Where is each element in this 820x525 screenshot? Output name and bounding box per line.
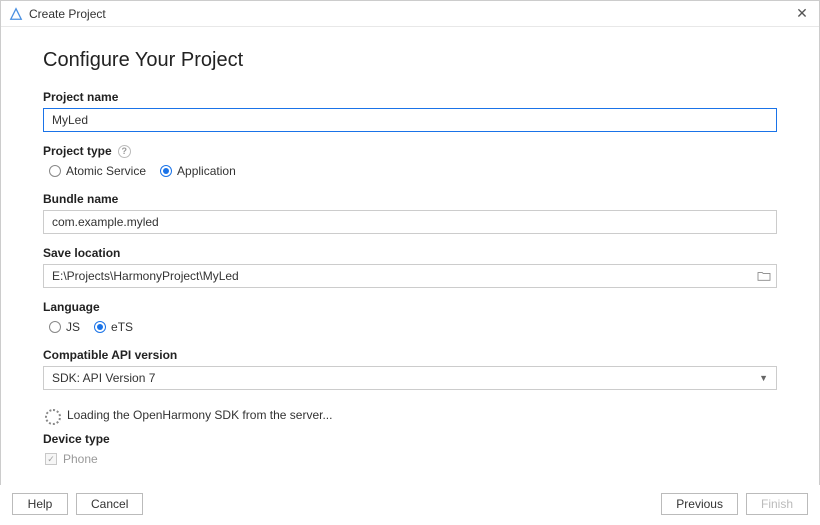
language-field: Language JS eTS <box>43 300 777 336</box>
api-version-label: Compatible API version <box>43 348 777 362</box>
device-type-field: Device type ✓ Phone <box>43 432 777 468</box>
project-name-input[interactable] <box>43 108 777 132</box>
help-icon[interactable]: ? <box>118 145 131 158</box>
titlebar: Create Project ✕ <box>1 1 819 27</box>
chevron-down-icon: ▼ <box>759 373 768 383</box>
page-title: Configure Your Project <box>43 49 777 72</box>
device-type-label: Device type <box>43 432 777 446</box>
radio-atomic-service[interactable]: Atomic Service <box>49 164 146 178</box>
project-type-field: Project type ? Atomic Service Applicatio… <box>43 144 777 180</box>
window-title: Create Project <box>29 7 106 21</box>
save-location-field: Save location <box>43 246 777 288</box>
bundle-name-input[interactable] <box>43 210 777 234</box>
close-icon[interactable]: ✕ <box>793 5 811 23</box>
api-version-field: Compatible API version SDK: API Version … <box>43 348 777 390</box>
radio-ets-label: eTS <box>111 320 133 334</box>
api-version-value: SDK: API Version 7 <box>52 371 155 385</box>
loading-status: Loading the OpenHarmony SDK from the ser… <box>43 402 777 432</box>
api-version-select[interactable]: SDK: API Version 7 ▼ <box>43 366 777 390</box>
finish-button: Finish <box>746 493 808 515</box>
app-logo-icon <box>9 7 23 21</box>
previous-button[interactable]: Previous <box>661 493 738 515</box>
bundle-name-field: Bundle name <box>43 192 777 234</box>
dialog-footer: Help Cancel Previous Finish <box>0 485 820 525</box>
save-location-input[interactable] <box>43 264 777 288</box>
radio-atomic-label: Atomic Service <box>66 164 146 178</box>
radio-js[interactable]: JS <box>49 320 80 334</box>
project-name-field: Project name <box>43 90 777 132</box>
bundle-name-label: Bundle name <box>43 192 777 206</box>
checkbox-phone-label: Phone <box>63 452 98 466</box>
save-location-label: Save location <box>43 246 777 260</box>
cancel-button[interactable]: Cancel <box>76 493 143 515</box>
radio-js-label: JS <box>66 320 80 334</box>
radio-ets[interactable]: eTS <box>94 320 133 334</box>
spinner-icon <box>45 409 57 421</box>
project-type-label-text: Project type <box>43 144 112 158</box>
radio-application-label: Application <box>177 164 236 178</box>
project-name-label: Project name <box>43 90 777 104</box>
loading-text: Loading the OpenHarmony SDK from the ser… <box>67 408 332 422</box>
radio-application[interactable]: Application <box>160 164 236 178</box>
dialog-content: Configure Your Project Project name Proj… <box>1 27 819 490</box>
checkbox-phone: ✓ <box>45 453 57 465</box>
project-type-label: Project type ? <box>43 144 777 158</box>
help-button[interactable]: Help <box>12 493 68 515</box>
folder-icon[interactable] <box>757 270 771 282</box>
language-label: Language <box>43 300 777 314</box>
